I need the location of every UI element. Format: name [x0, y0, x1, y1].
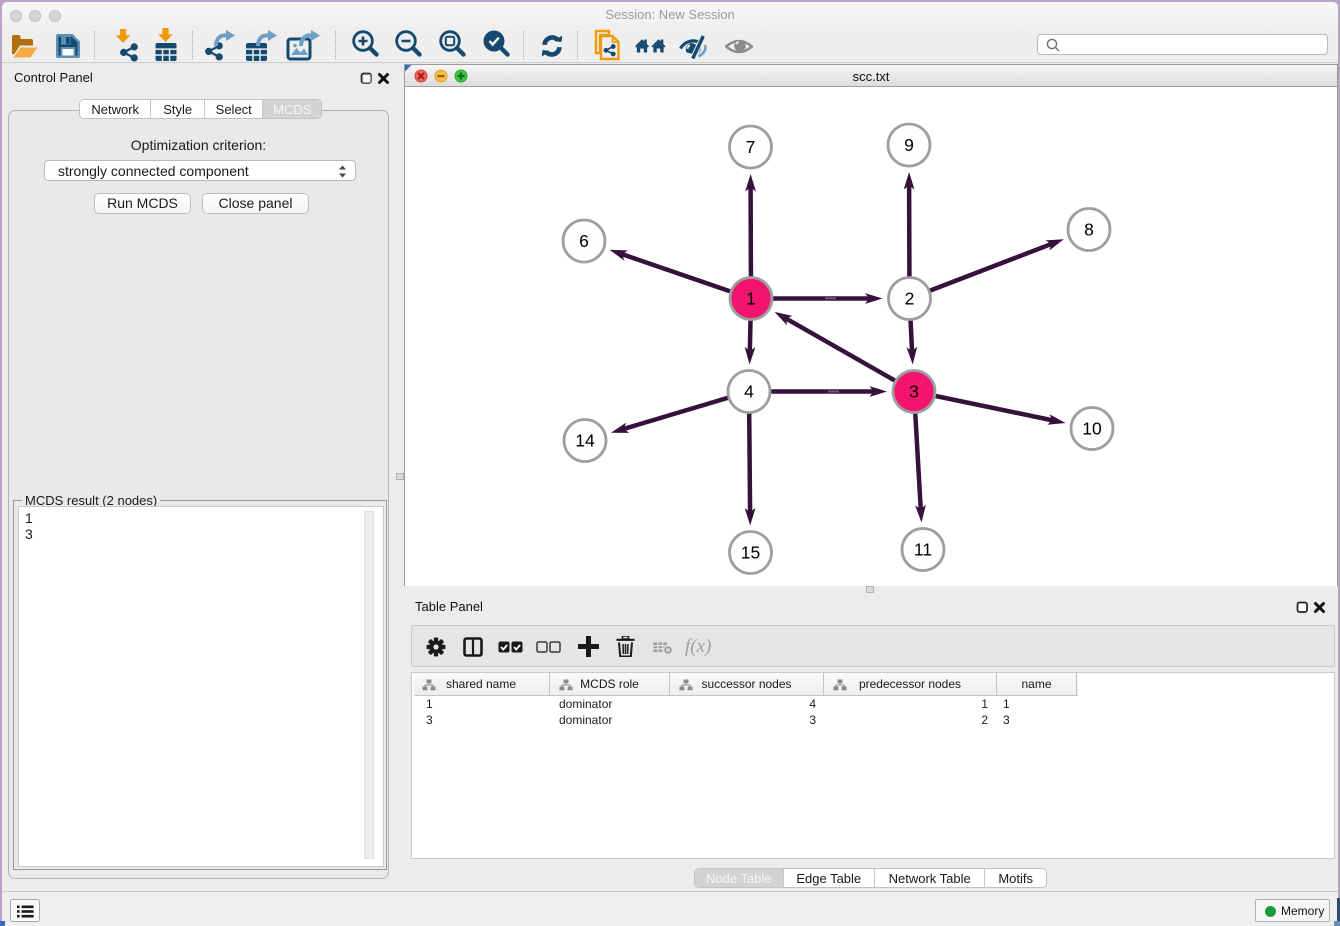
svg-text:7: 7	[746, 137, 756, 157]
svg-text:9: 9	[904, 135, 914, 155]
svg-text:3: 3	[909, 382, 919, 402]
svg-text:2: 2	[905, 289, 915, 309]
svg-text:11: 11	[914, 540, 932, 560]
svg-text:1: 1	[746, 289, 756, 309]
svg-text:15: 15	[741, 543, 760, 563]
svg-text:4: 4	[744, 382, 754, 402]
svg-text:10: 10	[1082, 419, 1102, 439]
svg-text:8: 8	[1084, 220, 1094, 240]
svg-text:6: 6	[579, 231, 589, 251]
svg-text:f(x): f(x)	[685, 636, 711, 657]
svg-text:14: 14	[575, 431, 595, 451]
